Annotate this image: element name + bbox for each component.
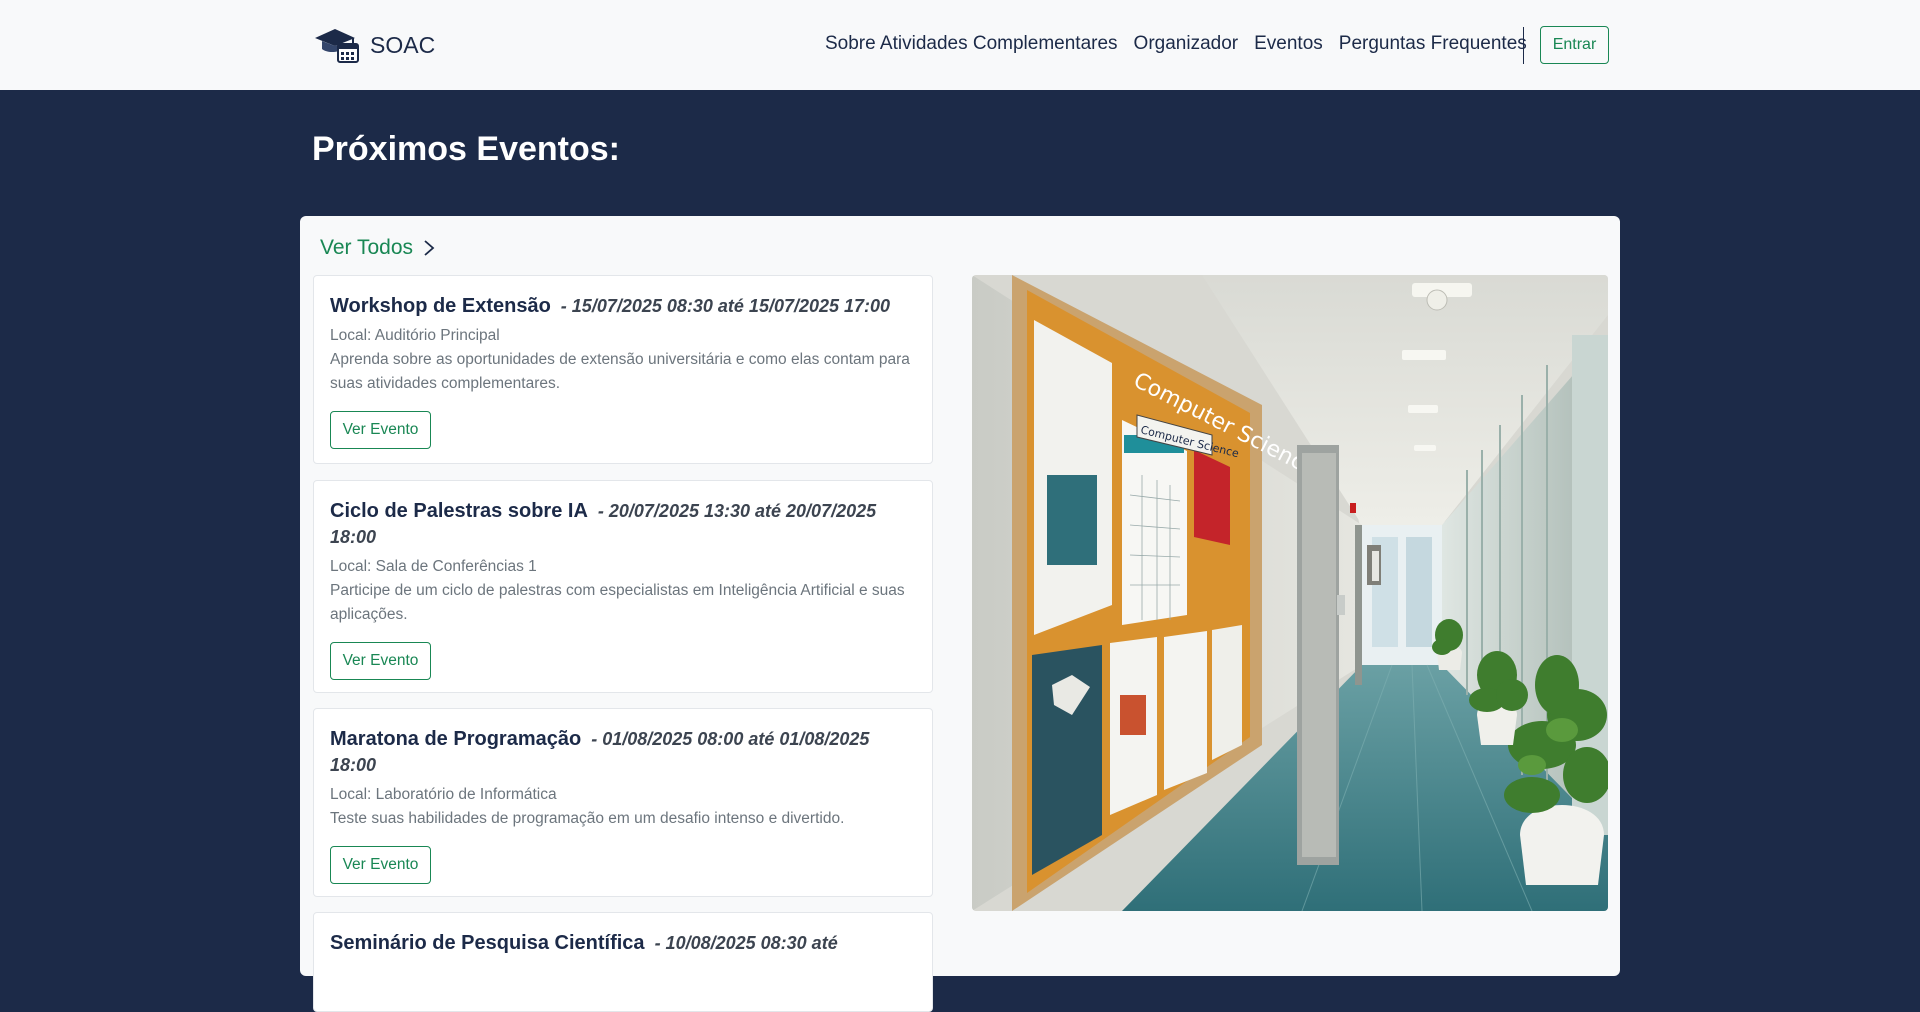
nav-divider bbox=[1523, 27, 1524, 64]
event-location: Local: Laboratório de Informática bbox=[330, 786, 557, 803]
event-description: Teste suas habilidades de programação em… bbox=[330, 810, 845, 827]
event-card: Seminário de Pesquisa Científica - 10/08/… bbox=[313, 912, 933, 1012]
event-header: Workshop de Extensão - 15/07/2025 08:30 a… bbox=[330, 294, 916, 320]
brand[interactable]: SOAC bbox=[313, 26, 435, 64]
nav-link-sobre[interactable]: Sobre Atividades Complementares bbox=[825, 33, 1118, 55]
graduation-cap-calendar-icon bbox=[315, 29, 359, 63]
view-event-button[interactable]: Ver Evento bbox=[330, 846, 431, 884]
event-header: Ciclo de Palestras sobre IA - 20/07/2025 … bbox=[330, 499, 916, 551]
event-title: Seminário de Pesquisa Científica bbox=[330, 932, 645, 954]
event-title: Maratona de Programação bbox=[330, 728, 582, 750]
event-description: Aprenda sobre as oportunidades de extens… bbox=[330, 351, 910, 392]
main-nav: Sobre Atividades Complementares Organiza… bbox=[825, 33, 1543, 55]
event-date: - 15/07/2025 08:30 até 15/07/2025 17:00 bbox=[560, 296, 891, 316]
event-card: Maratona de Programação - 01/08/2025 08:0… bbox=[313, 708, 933, 897]
event-header: Seminário de Pesquisa Científica - 10/08/… bbox=[330, 931, 916, 957]
section-title: Próximos Eventos: bbox=[312, 130, 620, 168]
event-card: Ciclo de Palestras sobre IA - 20/07/2025 … bbox=[313, 480, 933, 693]
nav-link-eventos[interactable]: Eventos bbox=[1254, 33, 1323, 55]
login-button[interactable]: Entrar bbox=[1540, 26, 1609, 64]
event-title: Ciclo de Palestras sobre IA bbox=[330, 500, 588, 522]
nav-link-organizador[interactable]: Organizador bbox=[1134, 33, 1239, 55]
view-event-button[interactable]: Ver Evento bbox=[330, 642, 431, 680]
event-location: Local: Sala de Conferências 1 bbox=[330, 558, 537, 575]
chevron-right-icon bbox=[424, 240, 435, 256]
brand-name: SOAC bbox=[370, 31, 436, 58]
nav-link-faq[interactable]: Perguntas Frequentes bbox=[1339, 33, 1527, 55]
see-all-link[interactable]: Ver Todos bbox=[320, 236, 435, 260]
event-header: Maratona de Programação - 01/08/2025 08:0… bbox=[330, 727, 916, 779]
events-panel: Ver Todos Workshop de Extensão - 15/07/20… bbox=[300, 216, 1620, 1012]
see-all-label: Ver Todos bbox=[320, 236, 414, 259]
event-title: Workshop de Extensão bbox=[330, 295, 551, 317]
event-date: - 10/08/2025 08:30 até bbox=[654, 933, 838, 953]
event-description: Participe de um ciclo de palestras com e… bbox=[330, 582, 905, 623]
navbar: SOAC Sobre Atividades Complementares Org… bbox=[0, 0, 1920, 90]
event-location: Local: Auditório Principal bbox=[330, 327, 500, 344]
view-event-button[interactable]: Ver Evento bbox=[330, 411, 431, 449]
event-card: Workshop de Extensão - 15/07/2025 08:30 a… bbox=[313, 275, 933, 464]
hallway-image: Computer Science Computer Science bbox=[972, 275, 1608, 911]
